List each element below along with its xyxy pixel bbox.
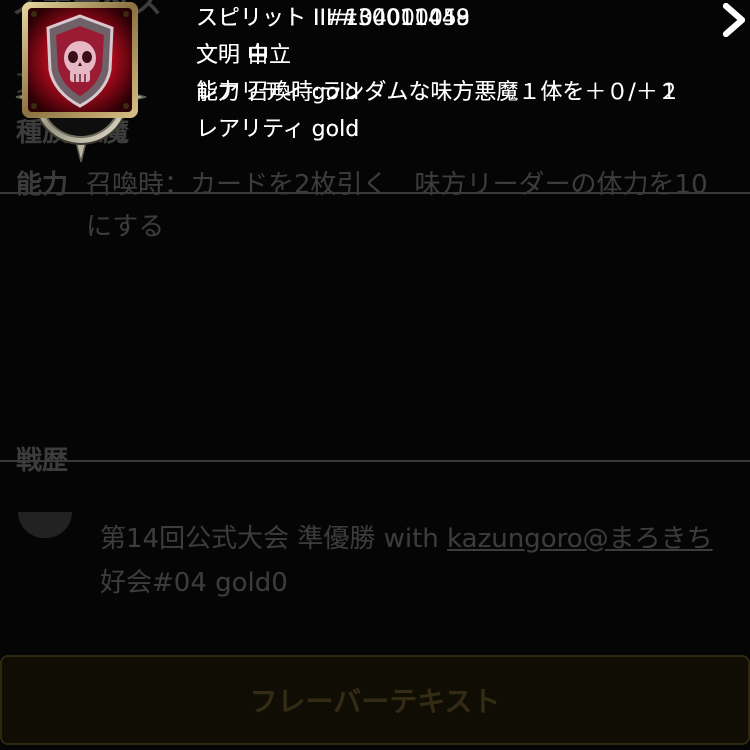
chevron-right-icon[interactable] (720, 0, 750, 40)
skull-shield-icon (22, 2, 138, 118)
item-rarity: レアリティ gold (196, 117, 360, 142)
list-item[interactable] (0, 461, 750, 750)
list-item[interactable] (0, 193, 750, 461)
item-civilization: 文明 中立 (196, 43, 291, 68)
item-text: スピリット III #30011449 文明 中立 能力 召喚時:ランダムな味方… (196, 0, 696, 148)
spirit-list: 4 スピリット I #10400005 文明 白 レアリティ gold (0, 0, 750, 750)
item-ability: 能力 召喚時:ランダムな味方悪魔１体を＋０/＋２ (196, 80, 680, 105)
item-name: スピリット III #30011449 (196, 6, 470, 31)
